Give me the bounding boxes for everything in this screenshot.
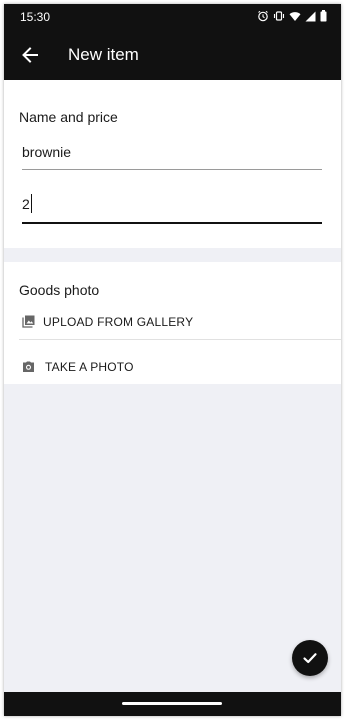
alarm-icon <box>257 9 269 27</box>
home-gesture-handle[interactable] <box>122 702 222 705</box>
text-cursor <box>31 194 32 213</box>
battery-icon <box>320 9 327 27</box>
price-field-underline <box>22 222 322 224</box>
check-icon <box>303 653 317 664</box>
upload-from-gallery-label: UPLOAD FROM GALLERY <box>43 315 194 329</box>
take-a-photo-label: TAKE A PHOTO <box>45 360 134 374</box>
gallery-icon <box>22 315 36 329</box>
goods-photo-divider <box>19 339 341 340</box>
status-icons <box>257 9 327 27</box>
phone-screen: 15:30 New item Name and price brownie 2 … <box>4 4 341 716</box>
camera-icon <box>22 360 36 374</box>
name-and-price-card: Name and price brownie 2 <box>4 80 341 248</box>
name-and-price-heading: Name and price <box>19 109 118 125</box>
navigation-bar <box>4 692 341 716</box>
status-time: 15:30 <box>20 10 51 24</box>
name-field-underline <box>22 169 322 170</box>
back-button[interactable] <box>18 43 42 67</box>
app-bar: New item <box>4 30 341 80</box>
arrow-back-icon <box>22 47 38 63</box>
price-field-value: 2 <box>22 196 30 212</box>
name-field[interactable]: brownie <box>22 144 322 172</box>
goods-photo-card: Goods photo UPLOAD FROM GALLERY TAKE A P… <box>4 262 341 384</box>
price-field[interactable]: 2 <box>22 194 322 226</box>
save-fab-button[interactable] <box>292 640 328 676</box>
upload-from-gallery-button[interactable]: UPLOAD FROM GALLERY <box>4 303 341 343</box>
take-a-photo-button[interactable]: TAKE A PHOTO <box>4 348 341 388</box>
vibrate-icon <box>273 9 285 27</box>
wifi-icon <box>289 9 301 27</box>
status-bar: 15:30 <box>4 4 341 30</box>
goods-photo-heading: Goods photo <box>19 282 100 298</box>
name-field-value: brownie <box>22 144 72 160</box>
signal-icon <box>305 9 316 27</box>
page-title: New item <box>68 45 139 64</box>
